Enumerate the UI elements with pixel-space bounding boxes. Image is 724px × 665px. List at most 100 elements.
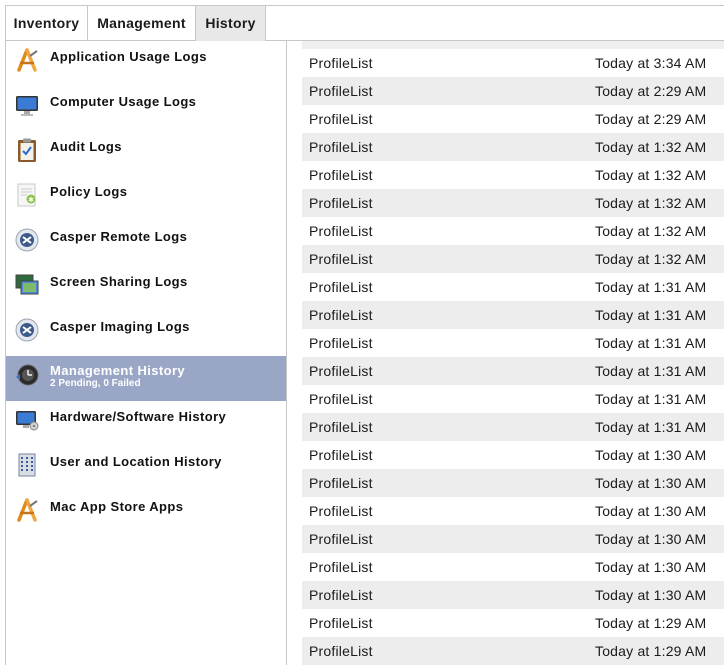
row-date-cell: Today at 1:31 AM xyxy=(595,335,707,351)
casper-remote-icon xyxy=(14,227,40,253)
sidebar-item-label: Casper Remote Logs xyxy=(50,229,188,244)
row-date-cell: Today at 1:32 AM xyxy=(595,195,707,211)
app-store-a-icon xyxy=(14,497,40,523)
svg-text:✱: ✱ xyxy=(28,196,34,204)
sidebar-item-management-history[interactable]: Management History 2 Pending, 0 Failed xyxy=(6,356,286,401)
sidebar-item-label: Application Usage Logs xyxy=(50,49,207,64)
row-date-cell: Today at 1:31 AM xyxy=(595,307,707,323)
row-date-cell: Today at 1:32 AM xyxy=(595,139,707,155)
row-date-cell: Today at 1:32 AM xyxy=(595,251,707,267)
row-date-cell: Today at 1:29 AM xyxy=(595,615,707,631)
row-name-cell: ProfileList xyxy=(309,279,373,295)
row-name-cell: ProfileList xyxy=(309,391,373,407)
tab-history[interactable]: History xyxy=(196,6,266,41)
row-date-cell: Today at 1:30 AM xyxy=(595,447,707,463)
sidebar-item-label: Mac App Store Apps xyxy=(50,499,184,514)
sidebar-item-mac-app-store-apps[interactable]: Mac App Store Apps xyxy=(6,491,286,536)
table-row[interactable]: ProfileList Today at 1:32 AM xyxy=(302,189,724,217)
table-row[interactable]: ProfileList Today at 1:32 AM xyxy=(302,217,724,245)
history-table: ProfileList Today at 3:34 AM ProfileList To… xyxy=(302,41,724,665)
row-name-cell: ProfileList xyxy=(309,55,373,71)
row-name-cell: ProfileList xyxy=(309,475,373,491)
row-date-cell: Today at 1:30 AM xyxy=(595,559,707,575)
table-row[interactable]: ProfileList Today at 1:29 AM xyxy=(302,637,724,665)
sidebar-item-label: Audit Logs xyxy=(50,139,122,154)
building-icon xyxy=(14,452,40,478)
row-date-cell: Today at 1:31 AM xyxy=(595,391,707,407)
table-row[interactable]: ProfileList Today at 1:31 AM xyxy=(302,301,724,329)
row-name-cell: ProfileList xyxy=(309,587,373,603)
hardware-monitor-icon xyxy=(14,407,40,433)
clipboard-icon xyxy=(14,137,40,163)
row-name-cell: ProfileList xyxy=(309,531,373,547)
sidebar-item-user-and-location-history[interactable]: User and Location History xyxy=(6,446,286,491)
table-row[interactable]: ProfileList Today at 1:32 AM xyxy=(302,161,724,189)
table-row[interactable]: ProfileList Today at 1:30 AM xyxy=(302,469,724,497)
table-row[interactable]: ProfileList Today at 1:30 AM xyxy=(302,525,724,553)
pane-divider[interactable] xyxy=(288,41,302,665)
table-row[interactable]: ProfileList Today at 1:31 AM xyxy=(302,273,724,301)
row-name-cell: ProfileList xyxy=(309,643,373,659)
row-name-cell: ProfileList xyxy=(309,307,373,323)
sidebar-item-label: Casper Imaging Logs xyxy=(50,319,190,334)
row-date-cell: Today at 1:30 AM xyxy=(595,475,707,491)
sidebar-item-label: Management History xyxy=(50,363,186,378)
sidebar-item-hardware-software-history[interactable]: Hardware/Software History xyxy=(6,401,286,446)
table-row[interactable]: ProfileList Today at 3:34 AM xyxy=(302,49,724,77)
row-name-cell: ProfileList xyxy=(309,223,373,239)
table-row[interactable]: ProfileList Today at 1:31 AM xyxy=(302,413,724,441)
tab-inventory[interactable]: Inventory xyxy=(6,6,88,41)
row-name-cell: ProfileList xyxy=(309,111,373,127)
sidebar-item-application-usage-logs[interactable]: Application Usage Logs xyxy=(6,41,286,86)
table-row[interactable]: ProfileList Today at 1:32 AM xyxy=(302,133,724,161)
sidebar-item-policy-logs[interactable]: ✱ Policy Logs xyxy=(6,176,286,221)
sidebar-item-sublabel: 2 Pending, 0 Failed xyxy=(50,378,141,389)
row-name-cell: ProfileList xyxy=(309,419,373,435)
row-name-cell: ProfileList xyxy=(309,447,373,463)
sidebar-item-computer-usage-logs[interactable]: Computer Usage Logs xyxy=(6,86,286,131)
sidebar-item-label: Policy Logs xyxy=(50,184,128,199)
row-date-cell: Today at 1:32 AM xyxy=(595,167,707,183)
row-date-cell: Today at 2:29 AM xyxy=(595,83,707,99)
table-row[interactable]: ProfileList Today at 1:30 AM xyxy=(302,553,724,581)
history-sidebar: Application Usage Logs Computer Usage Lo… xyxy=(5,41,287,665)
row-date-cell: Today at 1:30 AM xyxy=(595,503,707,519)
casper-imaging-icon xyxy=(14,317,40,343)
app-store-a-icon xyxy=(14,47,40,73)
tab-bar: Inventory Management History xyxy=(5,5,724,41)
table-row[interactable]: ProfileList Today at 1:29 AM xyxy=(302,609,724,637)
sidebar-item-audit-logs[interactable]: Audit Logs xyxy=(6,131,286,176)
tab-management[interactable]: Management xyxy=(88,6,196,41)
row-date-cell: Today at 1:29 AM xyxy=(595,643,707,659)
table-top-strip xyxy=(302,41,724,49)
row-date-cell: Today at 1:31 AM xyxy=(595,419,707,435)
table-row[interactable]: ProfileList Today at 1:30 AM xyxy=(302,497,724,525)
sidebar-item-label: Computer Usage Logs xyxy=(50,94,197,109)
row-date-cell: Today at 1:31 AM xyxy=(595,363,707,379)
table-row[interactable]: ProfileList Today at 2:29 AM xyxy=(302,105,724,133)
sidebar-item-screen-sharing-logs[interactable]: Screen Sharing Logs xyxy=(6,266,286,311)
sidebar-item-casper-imaging-logs[interactable]: Casper Imaging Logs xyxy=(6,311,286,356)
row-name-cell: ProfileList xyxy=(309,363,373,379)
table-row[interactable]: ProfileList Today at 1:31 AM xyxy=(302,385,724,413)
sidebar-item-label: User and Location History xyxy=(50,454,222,469)
row-name-cell: ProfileList xyxy=(309,503,373,519)
sidebar-item-casper-remote-logs[interactable]: Casper Remote Logs xyxy=(6,221,286,266)
row-date-cell: Today at 1:32 AM xyxy=(595,223,707,239)
management-history-icon xyxy=(14,362,40,388)
table-row[interactable]: ProfileList Today at 1:31 AM xyxy=(302,357,724,385)
row-name-cell: ProfileList xyxy=(309,251,373,267)
row-name-cell: ProfileList xyxy=(309,615,373,631)
table-row[interactable]: ProfileList Today at 1:30 AM xyxy=(302,441,724,469)
screen-sharing-icon xyxy=(14,272,40,298)
table-row[interactable]: ProfileList Today at 1:32 AM xyxy=(302,245,724,273)
table-row[interactable]: ProfileList Today at 1:31 AM xyxy=(302,329,724,357)
monitor-icon xyxy=(14,92,40,118)
table-row[interactable]: ProfileList Today at 2:29 AM xyxy=(302,77,724,105)
table-row[interactable]: ProfileList Today at 1:30 AM xyxy=(302,581,724,609)
row-name-cell: ProfileList xyxy=(309,83,373,99)
row-date-cell: Today at 1:31 AM xyxy=(595,279,707,295)
row-name-cell: ProfileList xyxy=(309,559,373,575)
sidebar-item-label: Screen Sharing Logs xyxy=(50,274,188,289)
sidebar-item-label: Hardware/Software History xyxy=(50,409,227,424)
